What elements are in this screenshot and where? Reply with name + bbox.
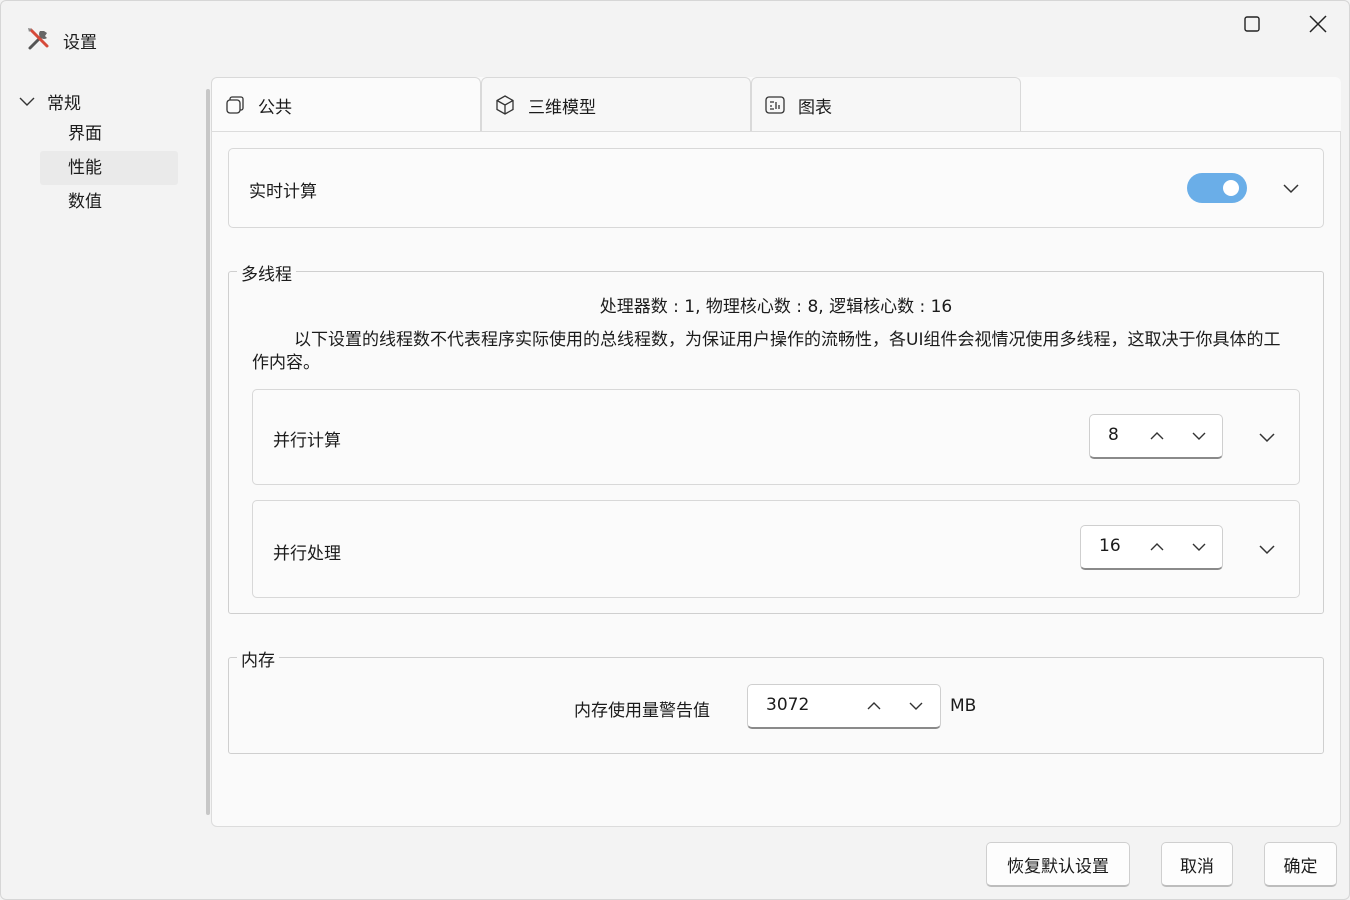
chevron-up-icon[interactable] — [1148, 427, 1166, 445]
sidebar-scrollbar[interactable] — [206, 89, 210, 815]
tools-icon — [28, 28, 49, 50]
settings-panel: 实时计算 多线程 处理器数 : 1, 物理核心数 : 8, 逻辑核心数 : 16… — [211, 131, 1341, 827]
settings-window: 设置 常规 界面 性能 数值 公共 三维模型 图表 实时计算 多线程 处理器数 … — [0, 0, 1350, 900]
tab-label: 三维模型 — [528, 97, 596, 118]
tab-bar: 公共 三维模型 图表 — [211, 77, 1341, 132]
chevron-down-icon[interactable] — [1255, 537, 1279, 561]
cancel-button[interactable]: 取消 — [1161, 842, 1233, 887]
title-bar: 设置 — [1, 1, 1349, 61]
sidebar-item-label: 界面 — [68, 124, 102, 144]
tab-common[interactable]: 公共 — [211, 77, 481, 132]
chevron-up-icon[interactable] — [865, 697, 883, 715]
multithread-note: 以下设置的线程数不代表程序实际使用的总线程数，为保证用户操作的流畅性，各UI组件… — [252, 330, 1281, 373]
memory-unit: MB — [950, 696, 977, 716]
chevron-down-icon[interactable] — [1190, 427, 1208, 445]
tab-label: 图表 — [798, 97, 832, 118]
chevron-down-icon[interactable] — [1279, 176, 1303, 200]
sidebar-item-label: 数值 — [68, 192, 102, 212]
memory-warning-label: 内存使用量警告值 — [574, 701, 710, 721]
maximize-button[interactable] — [1230, 9, 1274, 39]
realtime-calc-toggle[interactable] — [1187, 173, 1247, 203]
box-3d-icon — [496, 95, 514, 115]
window-title: 设置 — [63, 33, 97, 53]
parallel-compute-label: 并行计算 — [273, 431, 341, 451]
parallel-compute-spinbox[interactable]: 8 — [1089, 414, 1223, 459]
chevron-down-icon[interactable] — [1255, 425, 1279, 449]
tab-chart[interactable]: 图表 — [751, 77, 1021, 132]
ok-button[interactable]: 确定 — [1264, 842, 1337, 887]
sidebar-tree: 常规 界面 性能 数值 — [17, 85, 202, 219]
realtime-calc-label: 实时计算 — [249, 182, 317, 202]
reset-defaults-button[interactable]: 恢复默认设置 — [986, 842, 1130, 887]
sidebar-item-label: 性能 — [68, 158, 102, 178]
toggle-knob — [1223, 180, 1239, 196]
chart-icon — [765, 96, 785, 114]
chevron-down-icon — [19, 97, 35, 106]
spinbox-value: 16 — [1099, 536, 1121, 556]
cube-outline-icon — [226, 96, 244, 114]
maximize-icon — [1244, 16, 1260, 32]
tab-label: 公共 — [258, 97, 292, 118]
chevron-up-icon[interactable] — [1148, 538, 1166, 556]
spinbox-value: 3072 — [766, 695, 810, 715]
close-button[interactable] — [1296, 9, 1340, 39]
tab-3d-model[interactable]: 三维模型 — [481, 77, 751, 132]
sidebar-item-interface[interactable]: 界面 — [40, 117, 178, 151]
parallel-process-label: 并行处理 — [273, 544, 341, 564]
cpu-info-text: 处理器数 : 1, 物理核心数 : 8, 逻辑核心数 : 16 — [599, 297, 953, 317]
parallel-process-spinbox[interactable]: 16 — [1080, 525, 1223, 570]
parallel-process-card: 并行处理 16 — [252, 500, 1300, 598]
sidebar-item-performance[interactable]: 性能 — [40, 151, 178, 185]
parallel-compute-card: 并行计算 8 — [252, 389, 1300, 485]
sidebar-item-numeric[interactable]: 数值 — [40, 185, 178, 219]
realtime-calc-card: 实时计算 — [228, 148, 1324, 228]
chevron-down-icon[interactable] — [907, 697, 925, 715]
chevron-down-icon[interactable] — [1190, 538, 1208, 556]
spinbox-value: 8 — [1108, 425, 1119, 445]
tree-root-label: 常规 — [47, 93, 81, 114]
close-icon — [1309, 15, 1327, 33]
memory-warning-spinbox[interactable]: 3072 — [747, 684, 941, 729]
memory-title: 内存 — [237, 646, 279, 671]
tree-root-general[interactable]: 常规 — [17, 85, 202, 117]
multithread-title: 多线程 — [237, 260, 296, 285]
